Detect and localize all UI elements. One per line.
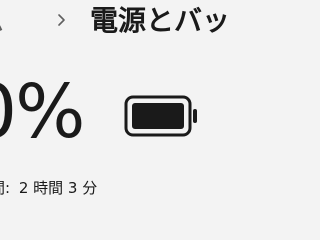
breadcrumb-parent-link[interactable]: ム xyxy=(0,7,4,37)
estimate-value: 2 時間 3 分 xyxy=(18,179,98,197)
battery-icon xyxy=(124,95,197,137)
page-title: 電源とバッ xyxy=(90,4,231,37)
estimate-label: 間: xyxy=(0,179,11,197)
battery-estimate: 間: 2 時間 3 分 xyxy=(0,178,101,198)
breadcrumb: ム 電源とバッ xyxy=(0,4,240,44)
battery-fill xyxy=(132,103,184,129)
chevron-right-icon xyxy=(58,14,65,26)
settings-page: ム 電源とバッ 0% 間: 2 時間 3 分 xyxy=(0,0,240,240)
battery-percentage: 0% xyxy=(0,69,85,155)
